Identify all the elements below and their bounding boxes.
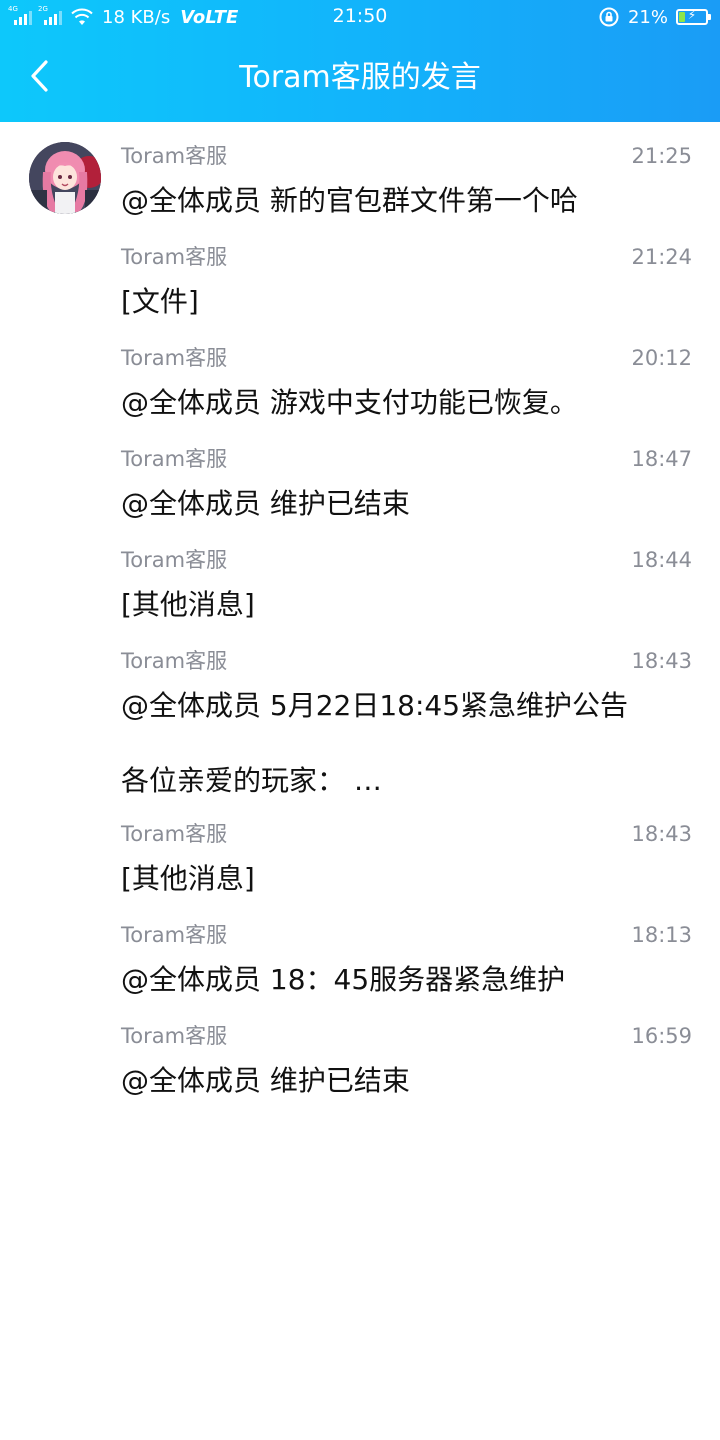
list-item[interactable]: Toram客服 21:25 @全体成员 新的官包群文件第一个哈	[0, 122, 720, 223]
sender-name: Toram客服	[121, 447, 228, 471]
list-item[interactable]: Toram客服 18:43 [其他消息]	[0, 800, 720, 901]
message-text: @全体成员 维护已结束	[121, 1064, 410, 1097]
message-time: 18:47	[631, 447, 692, 471]
message-text: @全体成员 5月22日18:45紧急维护公告 各位亲爱的玩家： …	[121, 687, 692, 800]
list-item[interactable]: Toram客服 18:13 @全体成员 18：45服务器紧急维护	[0, 901, 720, 1002]
message-header: Toram客服 21:25	[121, 140, 692, 172]
sender-name: Toram客服	[121, 548, 228, 572]
message-header: Toram客服 18:44	[121, 544, 692, 576]
message-header: Toram客服 18:47	[121, 443, 692, 475]
sender-name: Toram客服	[121, 923, 228, 947]
message-time: 16:59	[631, 1024, 692, 1048]
header-bar: 4G 2G 18 KB/s VoLTE 21:50 21% ⚡ Toram客服的…	[0, 0, 720, 122]
list-item[interactable]: Toram客服 20:12 @全体成员 游戏中支付功能已恢复。	[0, 324, 720, 425]
message-text-line2: 各位亲爱的玩家： …	[121, 764, 382, 797]
battery-charging-icon: ⚡	[676, 8, 711, 25]
list-item[interactable]: Toram客服 18:47 @全体成员 维护已结束	[0, 425, 720, 526]
message-time: 18:43	[631, 822, 692, 846]
battery-percent: 21%	[627, 6, 668, 28]
list-item[interactable]: Toram客服 21:24 [文件]	[0, 223, 720, 324]
list-item[interactable]: Toram客服 16:59 @全体成员 维护已结束	[0, 1002, 720, 1103]
sender-name: Toram客服	[121, 346, 228, 370]
message-header: Toram客服 18:43	[121, 818, 692, 850]
message-time: 18:13	[631, 923, 692, 947]
message-text: @全体成员 游戏中支付功能已恢复。	[121, 386, 578, 419]
list-item[interactable]: Toram客服 18:44 [其他消息]	[0, 526, 720, 627]
page-title: Toram客服的发言	[239, 60, 481, 95]
message-header: Toram客服 18:13	[121, 919, 692, 951]
status-right: 21% ⚡	[598, 4, 711, 30]
message-time: 21:24	[631, 245, 692, 269]
message-text: @全体成员 新的官包群文件第一个哈	[121, 184, 578, 217]
sender-name: Toram客服	[121, 649, 228, 673]
message-text-line1: @全体成员 5月22日18:45紧急维护公告	[121, 689, 629, 722]
message-list[interactable]: Toram客服 21:25 @全体成员 新的官包群文件第一个哈 Toram客服 …	[0, 122, 720, 1103]
message-header: Toram客服 21:24	[121, 241, 692, 273]
sender-name: Toram客服	[121, 1024, 228, 1048]
rotation-lock-icon	[599, 7, 619, 27]
sender-name: Toram客服	[121, 144, 228, 168]
avatar[interactable]	[29, 142, 101, 214]
message-text: [其他消息]	[121, 862, 255, 895]
message-header: Toram客服 18:43	[121, 645, 692, 677]
message-text: [其他消息]	[121, 588, 255, 621]
message-text: [文件]	[121, 285, 199, 318]
message-time: 18:43	[631, 649, 692, 673]
message-text: @全体成员 维护已结束	[121, 487, 410, 520]
charging-bolt-icon: ⚡	[687, 8, 697, 22]
sender-name: Toram客服	[121, 245, 228, 269]
message-time: 20:12	[631, 346, 692, 370]
status-bar: 4G 2G 18 KB/s VoLTE 21:50 21% ⚡	[0, 0, 720, 34]
list-item[interactable]: Toram客服 18:43 @全体成员 5月22日18:45紧急维护公告 各位亲…	[0, 627, 720, 800]
message-text: @全体成员 18：45服务器紧急维护	[121, 963, 566, 996]
sender-name: Toram客服	[121, 822, 228, 846]
message-header: Toram客服 16:59	[121, 1020, 692, 1052]
message-time: 18:44	[631, 548, 692, 572]
message-time: 21:25	[631, 144, 692, 168]
message-header: Toram客服 20:12	[121, 342, 692, 374]
